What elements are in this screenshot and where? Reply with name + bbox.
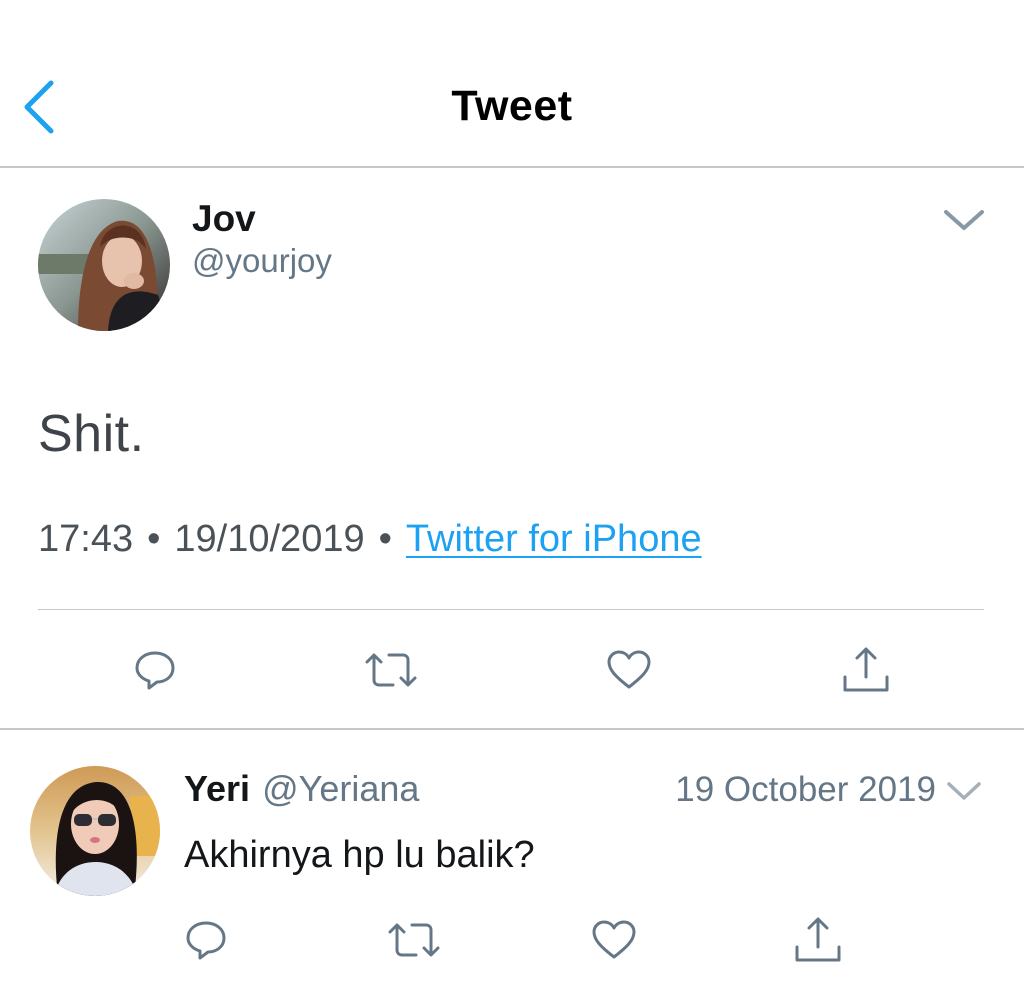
reply-text: Akhirnya hp lu balik? xyxy=(184,834,535,876)
like-icon xyxy=(592,920,636,959)
author-handle[interactable]: @yourjoy xyxy=(192,242,332,280)
reply-date: 19 October 2019 xyxy=(675,770,936,809)
tweet-source-link[interactable]: Twitter for iPhone xyxy=(406,518,702,560)
retweet-icon xyxy=(388,923,440,957)
meta-separator: • xyxy=(147,518,161,560)
reply-button[interactable] xyxy=(123,638,187,702)
author-avatar[interactable] xyxy=(38,199,170,331)
reply-share-button[interactable] xyxy=(786,908,850,972)
reply-author-name[interactable]: Yeri xyxy=(184,768,250,809)
share-button[interactable] xyxy=(834,638,898,702)
share-icon xyxy=(843,647,889,692)
reply-icon xyxy=(186,921,226,960)
chevron-down-icon xyxy=(944,210,984,230)
like-button[interactable] xyxy=(597,638,661,702)
reply-author-avatar[interactable] xyxy=(30,766,160,896)
reply-author[interactable]: Yeri @Yeriana xyxy=(184,768,419,810)
retweet-icon xyxy=(365,653,417,687)
reply-author-handle[interactable]: @Yeriana xyxy=(262,768,419,809)
reply-retweet-button[interactable] xyxy=(382,908,446,972)
tweet-time: 17:43 xyxy=(38,518,134,560)
reply-icon xyxy=(135,651,175,690)
like-icon xyxy=(607,650,651,689)
tweet-divider xyxy=(0,728,1024,730)
share-icon xyxy=(795,917,841,962)
tweet-meta: 17:43 • 19/10/2019 • Twitter for iPhone xyxy=(38,518,702,561)
tweet-date: 19/10/2019 xyxy=(174,518,365,560)
reply-like-button[interactable] xyxy=(582,908,646,972)
page-title: Tweet xyxy=(451,82,573,130)
meta-divider xyxy=(38,609,984,610)
header-divider xyxy=(0,166,1024,168)
meta-separator: • xyxy=(378,518,392,560)
retweet-button[interactable] xyxy=(359,638,423,702)
nav-header: Tweet xyxy=(0,0,1024,166)
reply-reply-button[interactable] xyxy=(174,908,238,972)
reply-menu-button[interactable] xyxy=(942,776,986,806)
tweet-menu-button[interactable] xyxy=(936,200,992,240)
tweet-text: Shit. xyxy=(38,405,145,463)
chevron-down-icon xyxy=(947,782,981,800)
author-name[interactable]: Jov xyxy=(192,198,256,240)
